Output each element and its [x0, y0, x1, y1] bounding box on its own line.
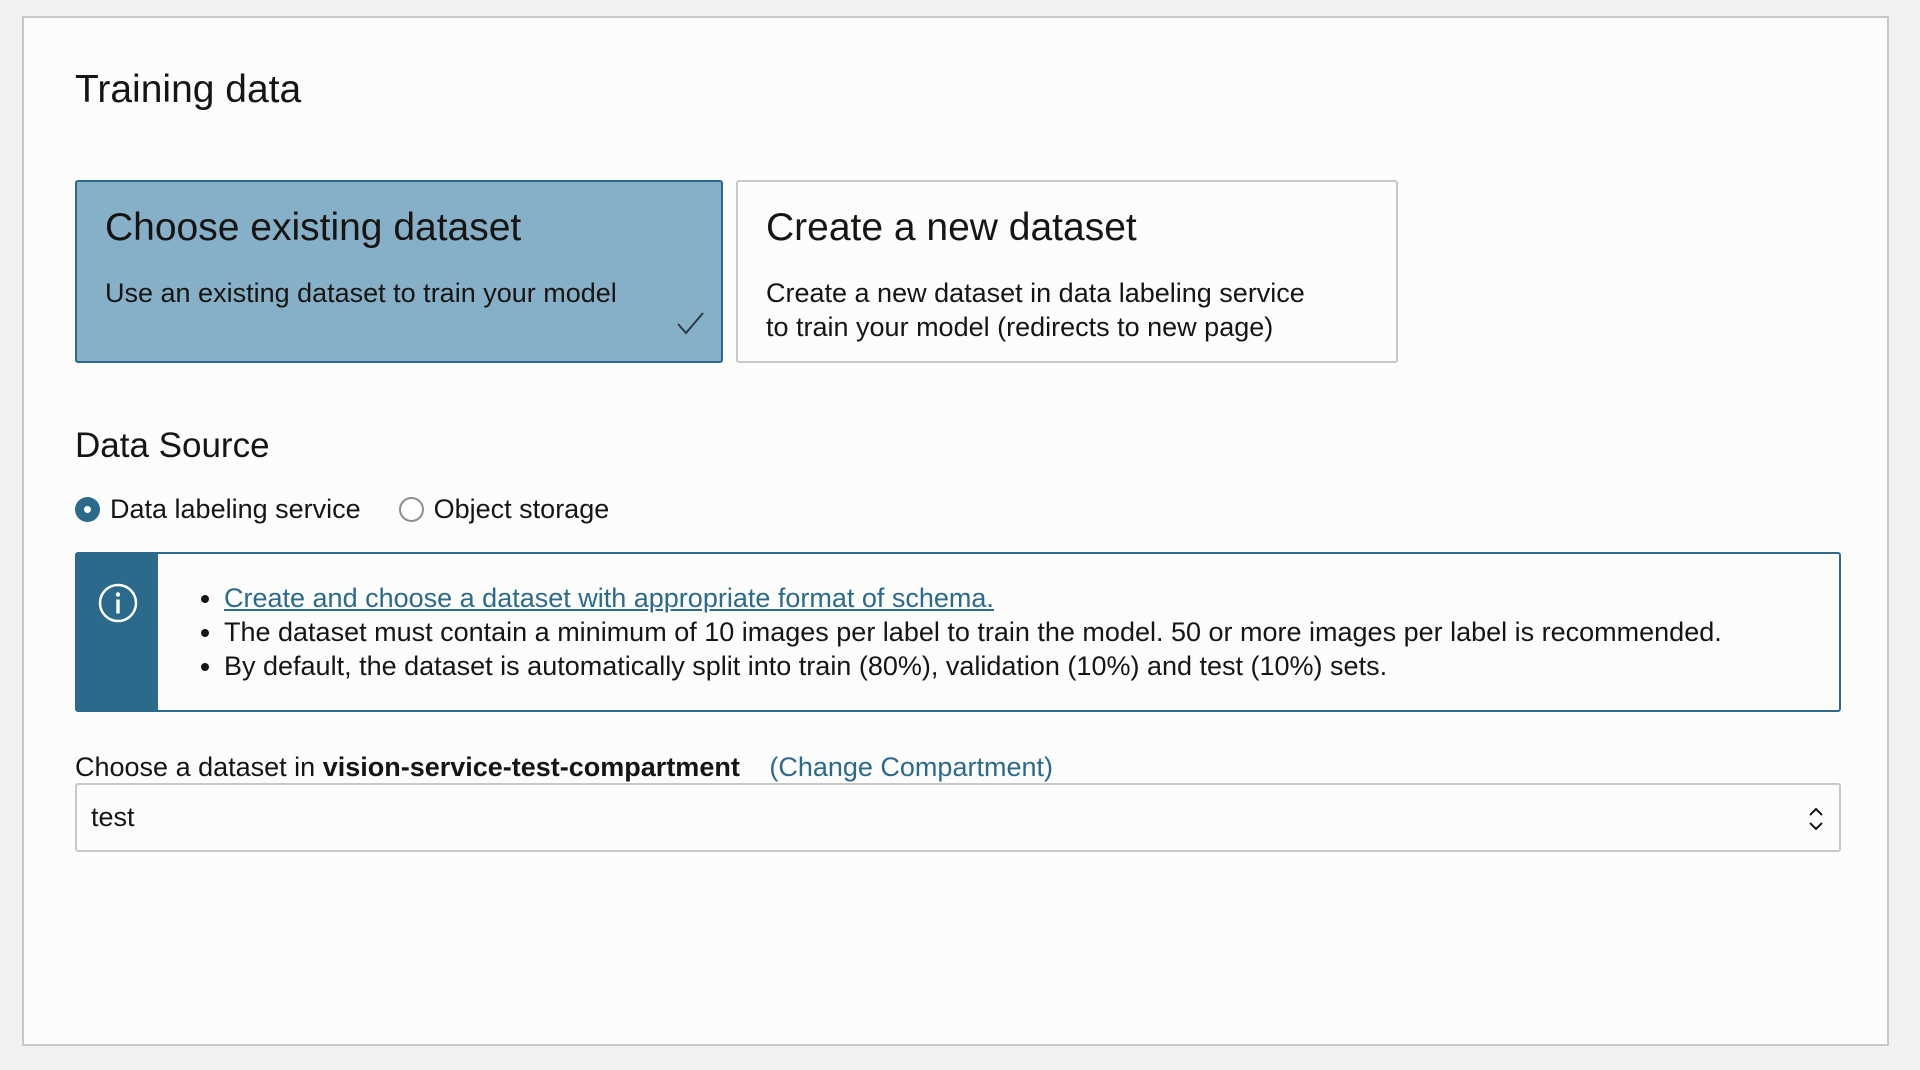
card-title: Create a new dataset [766, 206, 1137, 249]
info-list-item: By default, the dataset is automatically… [224, 649, 1722, 683]
checkmark-icon [677, 312, 704, 335]
info-list: Create and choose a dataset with appropr… [158, 554, 1722, 710]
info-icon [98, 583, 138, 623]
create-new-dataset-card[interactable]: Create a new dataset Create a new datase… [736, 180, 1398, 363]
radio-label: Object storage [433, 494, 610, 524]
card-description: Create a new dataset in data labeling se… [766, 276, 1305, 344]
schema-format-link[interactable]: Create and choose a dataset with appropr… [224, 583, 994, 613]
dataset-select-value: test [91, 802, 135, 832]
card-title: Choose existing dataset [105, 206, 522, 249]
radio-data-labeling-service[interactable]: Data labeling service [75, 494, 361, 525]
radio-checked-icon[interactable] [75, 497, 100, 522]
card-description: Use an existing dataset to train your mo… [105, 278, 617, 308]
dataset-select-label: Choose a dataset in vision-service-test-… [75, 754, 1053, 781]
data-source-heading: Data Source [75, 426, 270, 465]
info-list-item: The dataset must contain a minimum of 10… [224, 615, 1722, 649]
compartment-name: vision-service-test-compartment [322, 752, 740, 782]
info-list-item: Create and choose a dataset with appropr… [224, 581, 1722, 615]
info-stripe [77, 554, 158, 710]
label-prefix: Choose a dataset in [75, 752, 316, 782]
dataset-select[interactable]: test [75, 783, 1841, 852]
data-source-radio-group: Data labeling service Object storage [75, 494, 647, 525]
chevron-up-down-icon [1809, 807, 1823, 831]
section-title: Training data [75, 68, 302, 111]
info-message-box: Create and choose a dataset with appropr… [75, 552, 1841, 712]
training-data-panel: Training data Choose existing dataset Us… [22, 16, 1889, 1046]
radio-label: Data labeling service [110, 494, 361, 524]
choose-existing-dataset-card[interactable]: Choose existing dataset Use an existing … [75, 180, 723, 363]
radio-object-storage[interactable]: Object storage [398, 494, 610, 525]
change-compartment-link[interactable]: (Change Compartment) [769, 752, 1053, 782]
radio-unchecked-icon[interactable] [398, 497, 424, 522]
card-description-line: to train your model (redirects to new pa… [766, 312, 1274, 342]
card-description-line: Create a new dataset in data labeling se… [766, 278, 1305, 308]
